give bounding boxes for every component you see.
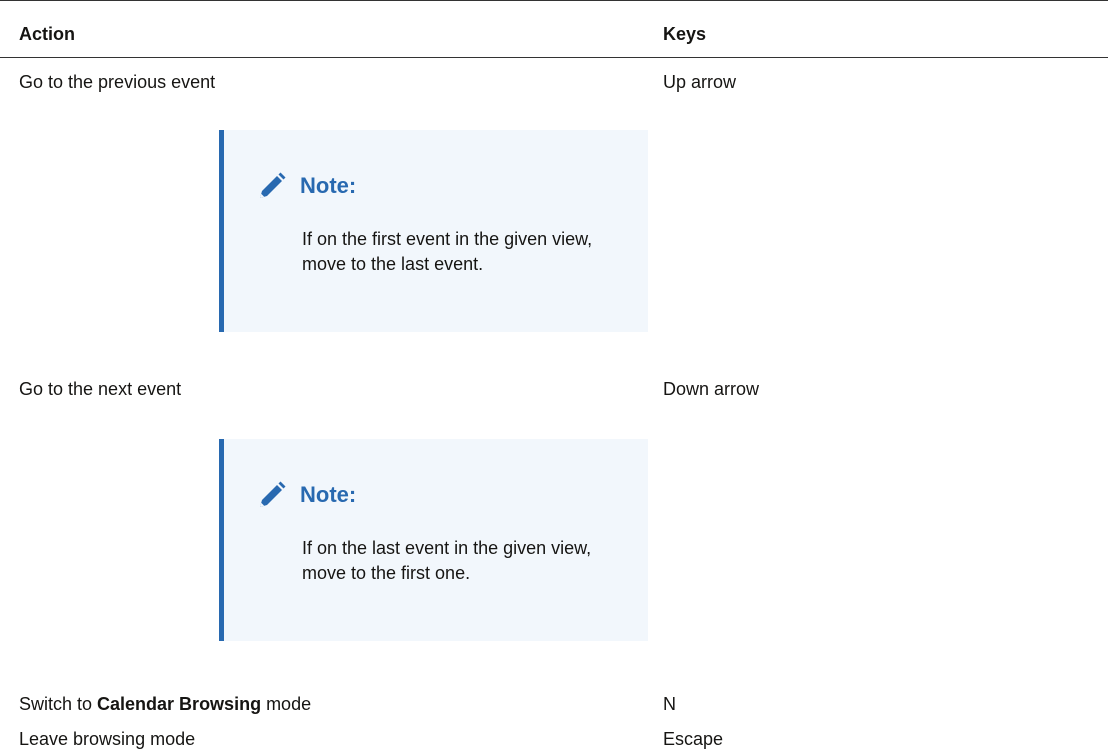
- note-text: If on the last event in the given view, …: [302, 538, 592, 583]
- note-header: Note:: [257, 171, 356, 201]
- row-4-action: Leave browsing mode: [19, 729, 196, 749]
- row-2-keys: Down arrow: [663, 379, 760, 399]
- row-4-keys: Escape: [663, 729, 724, 749]
- note-title: Note:: [300, 173, 357, 198]
- row-1-action: Go to the previous event: [19, 72, 216, 92]
- pencil-icon: [260, 172, 286, 198]
- header-rule: [0, 57, 1108, 58]
- row-3-action: Switch to Calendar Browsing mode: [19, 692, 311, 716]
- table-top-rule: [0, 0, 1108, 1]
- note-title: Note:: [300, 482, 357, 507]
- note-callout: Note: If on the first event in the given…: [219, 130, 648, 332]
- row-2-action: Go to the next event: [19, 379, 182, 399]
- row-3-action-suffix: mode: [261, 694, 312, 714]
- row-1-keys: Up arrow: [663, 72, 737, 92]
- row-3-action-prefix: Switch to: [19, 694, 98, 714]
- note-text: If on the first event in the given view,…: [302, 229, 593, 274]
- column-header-keys: Keys: [663, 24, 707, 44]
- note-header: Note:: [257, 480, 356, 510]
- note-callout: Note: If on the last event in the given …: [219, 439, 648, 641]
- column-header-action: Action: [19, 24, 75, 44]
- calendar-browsing-label: Calendar Browsing: [97, 694, 262, 714]
- pencil-icon: [260, 481, 286, 507]
- row-3-keys: N: [663, 694, 676, 714]
